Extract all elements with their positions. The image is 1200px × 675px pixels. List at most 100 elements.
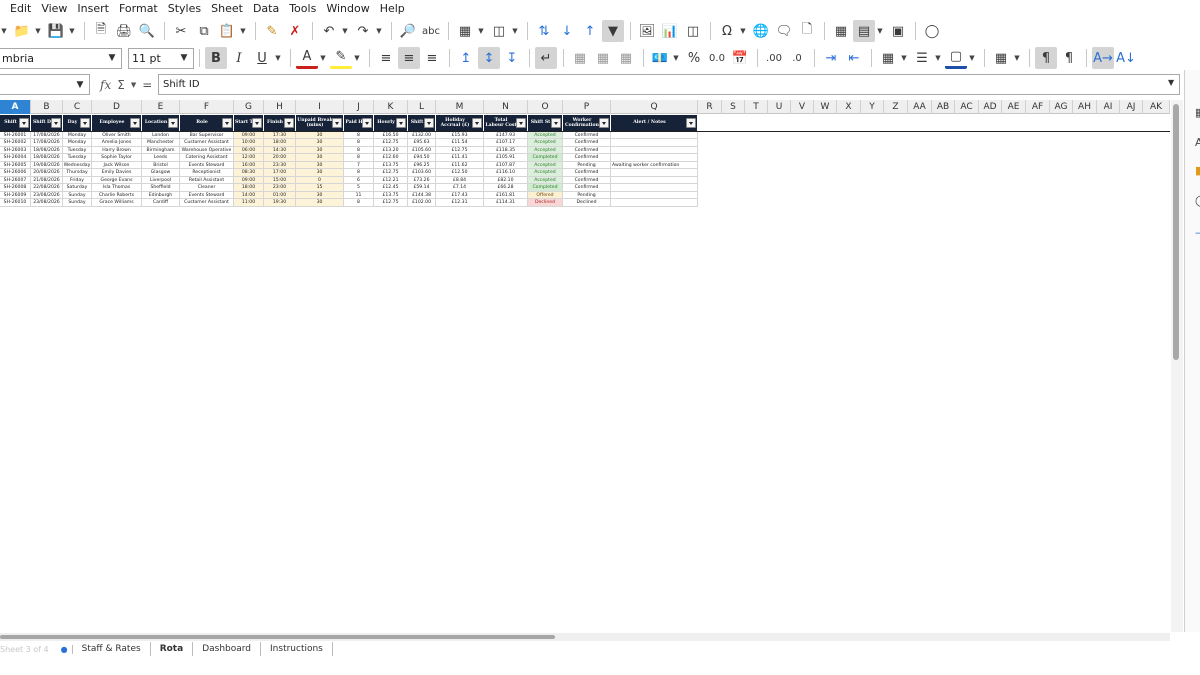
table-cell[interactable]: £59.14 [408,184,436,192]
table-cell[interactable] [611,184,698,192]
column-header-c[interactable]: C [63,100,92,114]
autofilter-dropdown-icon[interactable] [551,118,561,128]
autofilter-dropdown-icon[interactable] [472,118,482,128]
menu-data[interactable]: Data [248,0,284,17]
table-cell[interactable]: £12.31 [436,199,484,207]
table-cell[interactable]: London [142,131,180,139]
column-header-aj[interactable]: AJ [1120,100,1143,114]
table-cell[interactable]: 8 [344,146,374,155]
hyperlink-icon[interactable]: 🌐 [750,20,772,42]
table-cell[interactable]: Pending [563,191,611,200]
table-cell[interactable]: Jack Wilson [92,161,142,170]
autofilter-dropdown-icon[interactable] [222,118,232,128]
table-cell[interactable]: £114.31 [484,199,528,207]
add-decimal-button[interactable]: .00 [763,47,785,69]
autofilter-dropdown-icon[interactable] [130,118,140,128]
wrap-text-icon[interactable]: ↵ [535,47,557,69]
navigator-icon[interactable]: ◯ [1195,194,1200,208]
clone-formatting-icon[interactable]: ✎ [261,20,283,42]
table-cell[interactable]: £161.81 [484,191,528,200]
table-cell[interactable]: Customer Assistant [180,139,234,147]
column-header-d[interactable]: D [92,100,142,114]
decrease-indent-icon[interactable]: ⇤ [843,47,865,69]
autofilter-dropdown-icon[interactable] [424,118,434,128]
print-preview-icon[interactable]: 🔍 [136,20,158,42]
sum-dropdown-icon[interactable]: ▼ [131,81,136,89]
table-cell[interactable]: Sophie Taylor [92,154,142,162]
table-cell[interactable]: £11.41 [436,154,484,162]
table-cell[interactable]: Accepted [528,169,563,177]
table-cell[interactable] [611,154,698,162]
table-cell[interactable]: £12.75 [436,146,484,155]
table-cell[interactable]: Tuesday [63,146,92,155]
table-cell[interactable]: SH-26001 [0,131,31,139]
table-cell[interactable]: Birmingham [142,146,180,155]
border-color-icon[interactable]: ▢ [945,47,967,69]
number-format-button[interactable]: 0.0 [706,47,728,69]
table-cell[interactable]: Confirmed [563,176,611,185]
align-center-icon[interactable]: ≡ [398,47,420,69]
font-name-combo[interactable]: mbria ▼ [0,47,122,69]
row-icon[interactable]: ▦ [454,20,476,42]
conditional-format-icon[interactable]: ▦ [990,47,1012,69]
table-cell[interactable]: £103.60 [408,169,436,177]
date-format-icon[interactable]: 📅 [729,47,751,69]
table-cell[interactable]: Bristol [142,161,180,170]
underline-dropdown-arrow[interactable]: ▼ [274,47,282,69]
expand-formula-icon[interactable]: ▼ [1168,78,1174,87]
table-cell[interactable]: £11.54 [436,139,484,147]
table-cell[interactable]: £12.75 [374,169,408,177]
table-cell[interactable]: 17:00 [264,169,296,177]
right-to-left-icon[interactable]: ¶ [1058,47,1080,69]
column-header-ak[interactable]: AK [1143,100,1170,114]
table-cell[interactable]: Accepted [528,176,563,185]
column-header-o[interactable]: O [528,100,563,114]
table-cell[interactable]: SH-26002 [0,139,31,147]
table-cell[interactable]: Accepted [528,161,563,170]
table-cell[interactable]: Confirmed [563,154,611,162]
table-cell[interactable]: £16.50 [374,131,408,139]
show-draw-functions-icon[interactable]: ◯ [921,20,943,42]
open-dropdown-arrow[interactable]: ▼ [34,20,42,42]
table-cell[interactable]: Leeds [142,154,180,162]
function-wizard-button[interactable]: fx [100,78,111,92]
table-cell[interactable]: Sheffield [142,184,180,192]
column-header-y[interactable]: Y [861,100,884,114]
bold-button[interactable]: B [205,47,227,69]
styles-icon[interactable]: A [1195,136,1200,150]
menu-insert[interactable]: Insert [72,0,114,17]
table-cell[interactable]: Accepted [528,131,563,139]
table-cell[interactable]: 21/08/2026 [31,176,63,185]
table-cell[interactable]: 17:30 [264,131,296,139]
table-cell[interactable]: SH-26006 [0,169,31,177]
table-cell[interactable]: Grace Williams [92,199,142,207]
align-top-icon[interactable]: ↥ [455,47,477,69]
table-cell[interactable]: Declined [528,199,563,207]
table-cell[interactable] [611,191,698,200]
column-header-m[interactable]: M [436,100,484,114]
row-dropdown-arrow[interactable]: ▼ [477,20,485,42]
percent-format-button[interactable]: % [683,47,705,69]
properties-icon[interactable]: ▦ [1195,106,1200,120]
table-cell[interactable]: 08:30 [234,169,264,177]
tab-dashboard[interactable]: Dashboard [193,642,262,656]
table-cell[interactable]: 23:00 [264,184,296,192]
highlight-dropdown-arrow[interactable]: ▼ [353,47,361,69]
table-cell[interactable]: £12.45 [374,184,408,192]
table-cell[interactable]: Completed [528,184,563,192]
column-header-af[interactable]: AF [1026,100,1050,114]
table-cell[interactable]: £12.21 [374,176,408,185]
autofilter-dropdown-icon[interactable] [362,118,372,128]
table-cell[interactable]: £7.14 [436,184,484,192]
autofilter-dropdown-icon[interactable] [252,118,262,128]
autofilter-dropdown-icon[interactable] [516,118,526,128]
table-cell[interactable]: £82.10 [484,176,528,185]
table-cell[interactable]: 18/08/2026 [31,146,63,155]
column-header-ag[interactable]: AG [1050,100,1073,114]
column-header-ai[interactable]: AI [1097,100,1120,114]
table-cell[interactable]: 19/08/2026 [31,161,63,170]
vertical-scroll-thumb[interactable] [1173,104,1179,360]
special-character-icon[interactable]: Ω [716,20,738,42]
column-header-a[interactable]: A [0,100,31,114]
add-sheet-icon[interactable]: ● [57,644,73,654]
